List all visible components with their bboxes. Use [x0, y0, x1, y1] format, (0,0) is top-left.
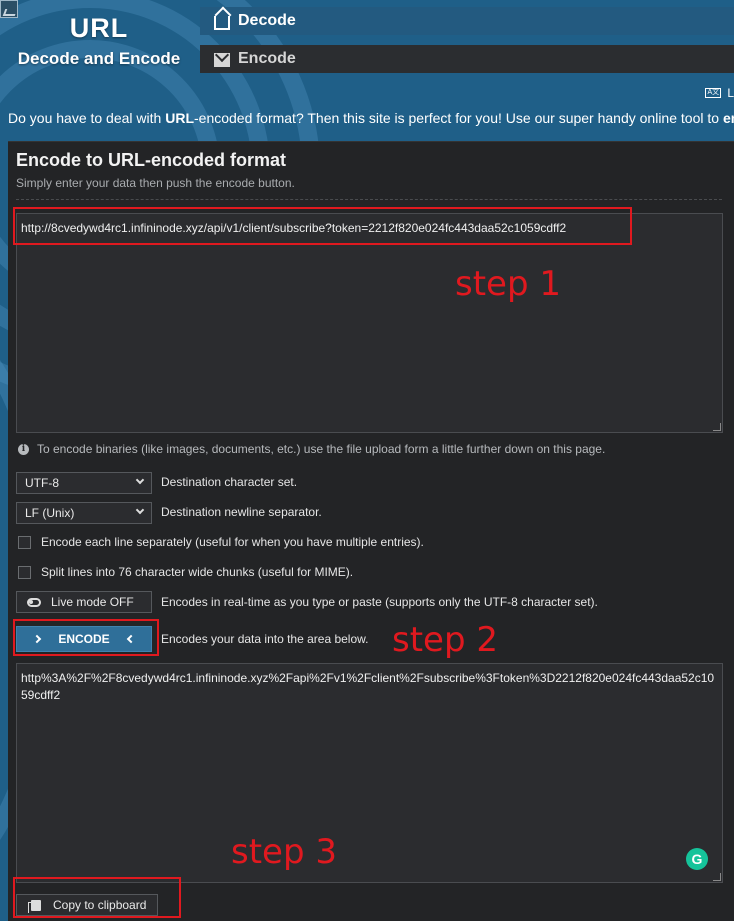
newline-select[interactable]: LF (Unix) — [16, 502, 152, 524]
live-mode-button[interactable]: Live mode OFF — [16, 591, 152, 613]
language-icon: A文 — [705, 88, 722, 98]
encode-description: Encodes your data into the area below. — [161, 632, 369, 646]
logo-subtitle: Decode and Encode — [17, 49, 181, 68]
step1-highlight-box — [13, 207, 632, 245]
envelope-open-icon — [214, 16, 230, 30]
encode-panel: Encode to URL-encoded format Simply ente… — [8, 141, 734, 921]
charset-value: UTF-8 — [25, 476, 59, 490]
newline-label: Destination newline separator. — [161, 505, 322, 519]
split-lines-checkbox[interactable] — [18, 565, 31, 579]
logo-title: URL — [69, 13, 129, 43]
info-text: To encode binaries (like images, documen… — [37, 442, 606, 456]
live-mode-description: Encodes in real-time as you type or past… — [161, 595, 598, 609]
panel-title: Encode to URL-encoded format — [16, 150, 287, 170]
resize-handle[interactable] — [713, 423, 721, 431]
language-label: L — [727, 86, 734, 100]
each-line-checkbox[interactable] — [18, 535, 31, 549]
envelope-icon — [214, 52, 230, 67]
nav-decode-tab[interactable]: Decode — [200, 7, 734, 35]
nav-decode-label: Decode — [238, 12, 296, 29]
intro-bold1: URL — [165, 110, 194, 126]
toggle-icon — [27, 597, 41, 607]
output-text: http%3A%2F%2F8cvedywd4rc1.infininode.xyz… — [21, 671, 715, 702]
site-logo[interactable]: URL Decode and Encode — [0, 10, 198, 70]
step2-annotation: step 2 — [392, 620, 498, 660]
step2-highlight-box — [13, 619, 159, 656]
info-icon: i — [18, 443, 29, 455]
resize-handle[interactable] — [713, 873, 721, 881]
language-selector[interactable]: A文 L — [705, 86, 734, 100]
split-lines-option[interactable]: Split lines into 76 character wide chunk… — [18, 565, 353, 579]
chevron-down-icon — [135, 475, 145, 485]
step3-annotation: step 3 — [231, 832, 337, 872]
chevron-down-icon — [135, 505, 145, 515]
divider — [16, 199, 722, 200]
step3-highlight-box — [13, 877, 181, 918]
live-mode-label: Live mode OFF — [51, 595, 134, 609]
panel-subtitle: Simply enter your data then push the enc… — [16, 176, 295, 190]
charset-label: Destination character set. — [161, 475, 298, 489]
input-textarea[interactable]: http://8cvedywd4rc1.infininode.xyz/api/v… — [16, 213, 723, 433]
grammarly-icon[interactable]: G — [686, 848, 708, 870]
nav-encode-tab[interactable]: Encode — [200, 45, 734, 73]
intro-part1: Do you have to deal with — [8, 110, 166, 126]
charset-select[interactable]: UTF-8 — [16, 472, 152, 494]
binary-info: i To encode binaries (like images, docum… — [18, 442, 605, 456]
each-line-label: Encode each line separately (useful for … — [41, 535, 424, 549]
nav-encode-label: Encode — [238, 50, 296, 67]
intro-part2: -encoded format? Then this site is perfe… — [194, 110, 723, 126]
intro-bold2: en — [722, 110, 734, 126]
newline-value: LF (Unix) — [25, 506, 75, 520]
intro-text: Do you have to deal with URL-encoded for… — [8, 110, 734, 126]
split-lines-label: Split lines into 76 character wide chunk… — [41, 565, 354, 579]
output-textarea[interactable]: http%3A%2F%2F8cvedywd4rc1.infininode.xyz… — [16, 663, 723, 883]
each-line-option[interactable]: Encode each line separately (useful for … — [18, 535, 424, 549]
step1-annotation: step 1 — [455, 264, 561, 304]
